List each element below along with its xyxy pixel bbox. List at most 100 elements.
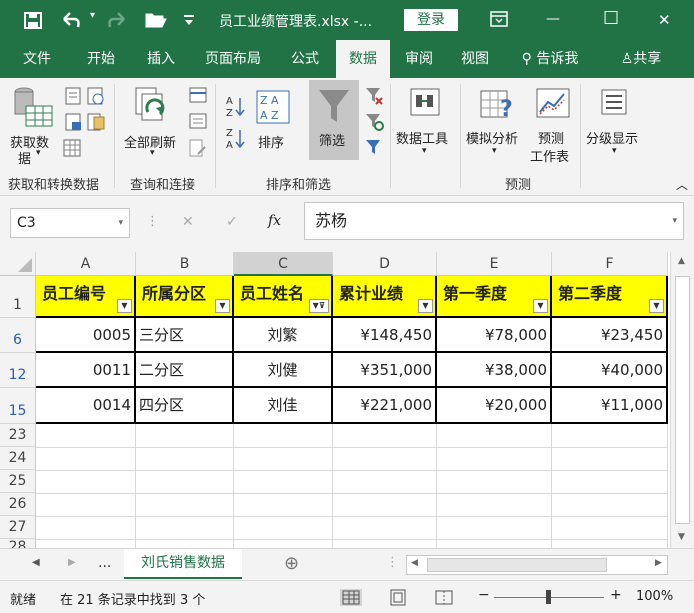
scroll-up-icon[interactable]: ▲: [678, 256, 685, 266]
table-cell[interactable]: ¥23,450: [552, 318, 668, 353]
filter-dropdown-icon[interactable]: ▼: [215, 299, 230, 313]
sort-button[interactable]: Z A A Z: [256, 90, 290, 128]
more-sheets-button[interactable]: ...: [98, 555, 111, 571]
insert-function-icon[interactable]: fx: [268, 213, 281, 229]
reapply-filter-icon[interactable]: [364, 112, 384, 132]
table-cell[interactable]: ¥11,000: [552, 388, 668, 424]
tab-formulas[interactable]: 公式: [282, 40, 328, 78]
next-sheet-icon[interactable]: ▶: [68, 557, 76, 568]
filter-button[interactable]: 筛选: [309, 80, 359, 160]
table-cell[interactable]: 二分区: [136, 353, 234, 388]
add-sheet-icon[interactable]: ⊕: [284, 553, 299, 574]
normal-view-icon[interactable]: [340, 589, 362, 606]
tab-data[interactable]: 数据: [336, 40, 390, 78]
column-header-e[interactable]: E: [437, 252, 552, 276]
table-cell[interactable]: ¥20,000: [437, 388, 552, 424]
prev-sheet-icon[interactable]: ◀: [32, 557, 40, 568]
scroll-thumb[interactable]: [675, 276, 690, 524]
recent-sources-icon[interactable]: [86, 112, 106, 132]
table-cell[interactable]: 刘健: [234, 353, 333, 388]
row-header[interactable]: 25: [0, 470, 36, 493]
table-cell[interactable]: 0005: [36, 318, 136, 353]
header-cell[interactable]: 第二季度 ▼: [552, 276, 668, 318]
filter-dropdown-icon[interactable]: ▼: [117, 299, 132, 313]
undo-icon[interactable]: [60, 11, 86, 29]
filter-dropdown-icon[interactable]: ▼: [418, 299, 433, 313]
tab-review[interactable]: 审阅: [396, 40, 442, 78]
what-if-button[interactable]: ?: [480, 88, 516, 126]
formula-input[interactable]: 苏杨 ▾: [304, 202, 684, 240]
refresh-all-button[interactable]: [134, 86, 170, 130]
cancel-entry-icon[interactable]: ✕: [182, 214, 194, 230]
row-header[interactable]: 24: [0, 447, 36, 470]
forecast-sheet-button[interactable]: [536, 88, 570, 124]
row-header[interactable]: 28: [0, 539, 36, 548]
tab-view[interactable]: 视图: [452, 40, 498, 78]
redo-icon[interactable]: [104, 11, 128, 29]
row-header[interactable]: 26: [0, 493, 36, 516]
h-scroll-thumb[interactable]: [427, 558, 607, 572]
table-cell[interactable]: ¥38,000: [437, 353, 552, 388]
properties-icon[interactable]: [188, 112, 208, 130]
queries-connections-icon[interactable]: [188, 86, 208, 104]
vertical-scrollbar[interactable]: ▲ ▼: [670, 252, 694, 548]
filter-applied-icon[interactable]: ▼⊽: [309, 299, 329, 313]
tab-insert[interactable]: 插入: [138, 40, 184, 78]
row-header[interactable]: 23: [0, 424, 36, 447]
expand-formula-icon[interactable]: ▾: [672, 203, 677, 239]
tab-home[interactable]: 开始: [78, 40, 124, 78]
get-data-button[interactable]: [12, 84, 54, 138]
scroll-right-icon[interactable]: ▶: [655, 558, 662, 568]
name-box[interactable]: C3 ▾: [10, 208, 130, 238]
row-header[interactable]: 12: [0, 353, 36, 388]
header-cell[interactable]: 累计业绩 ▼: [333, 276, 437, 318]
zoom-slider-thumb[interactable]: [546, 590, 551, 604]
login-button[interactable]: 登录: [404, 9, 458, 31]
table-cell[interactable]: ¥78,000: [437, 318, 552, 353]
zoom-in-button[interactable]: +: [610, 587, 622, 603]
row-header[interactable]: 6: [0, 318, 36, 353]
table-cell[interactable]: 刘繁: [234, 318, 333, 353]
zoom-level[interactable]: 100%: [636, 589, 673, 604]
scroll-down-icon[interactable]: ▼: [678, 532, 685, 542]
data-tools-button[interactable]: [410, 88, 440, 122]
table-cell[interactable]: ¥221,000: [333, 388, 437, 424]
share-button[interactable]: ♙共享: [610, 40, 672, 78]
from-table-icon[interactable]: [64, 112, 84, 132]
edit-links-icon[interactable]: [188, 138, 208, 158]
header-cell[interactable]: 员工编号 ▼: [36, 276, 136, 318]
column-header-f[interactable]: F: [552, 252, 668, 276]
header-cell[interactable]: 所属分区 ▼: [136, 276, 234, 318]
header-cell[interactable]: 员工姓名 ▼⊽: [234, 276, 333, 318]
table-cell[interactable]: 0011: [36, 353, 136, 388]
select-all-corner[interactable]: [0, 252, 36, 276]
tab-file[interactable]: 文件: [14, 40, 60, 78]
sort-az-icon[interactable]: AZ: [224, 94, 246, 118]
table-cell[interactable]: ¥351,000: [333, 353, 437, 388]
scroll-left-icon[interactable]: ◀: [411, 558, 418, 568]
sort-za-icon[interactable]: ZA: [224, 126, 246, 150]
table-cell[interactable]: 刘佳: [234, 388, 333, 424]
column-header-d[interactable]: D: [333, 252, 437, 276]
row-header[interactable]: 15: [0, 388, 36, 424]
table-cell[interactable]: 0014: [36, 388, 136, 424]
ribbon-display-icon[interactable]: [490, 11, 508, 27]
zoom-out-button[interactable]: −: [478, 587, 490, 603]
from-web-icon[interactable]: [86, 86, 106, 106]
customize-qat-icon[interactable]: [183, 14, 195, 26]
page-layout-view-icon[interactable]: [388, 589, 408, 606]
filter-dropdown-icon[interactable]: ▼: [649, 299, 664, 313]
table-cell[interactable]: 三分区: [136, 318, 234, 353]
existing-connections-icon[interactable]: [62, 138, 82, 158]
column-header-a[interactable]: A: [36, 252, 136, 276]
table-cell[interactable]: ¥40,000: [552, 353, 668, 388]
outline-button[interactable]: [600, 88, 628, 122]
header-cell[interactable]: 第一季度 ▼: [437, 276, 552, 318]
tell-me-search[interactable]: ⚲ 告诉我: [512, 40, 588, 78]
column-header-b[interactable]: B: [136, 252, 234, 276]
sheet-tab-active[interactable]: 刘氏销售数据: [124, 549, 242, 579]
open-folder-icon[interactable]: [145, 12, 167, 28]
filter-dropdown-icon[interactable]: ▼: [533, 299, 548, 313]
column-header-c[interactable]: C: [234, 252, 333, 276]
minimize-button[interactable]: —: [546, 11, 560, 27]
